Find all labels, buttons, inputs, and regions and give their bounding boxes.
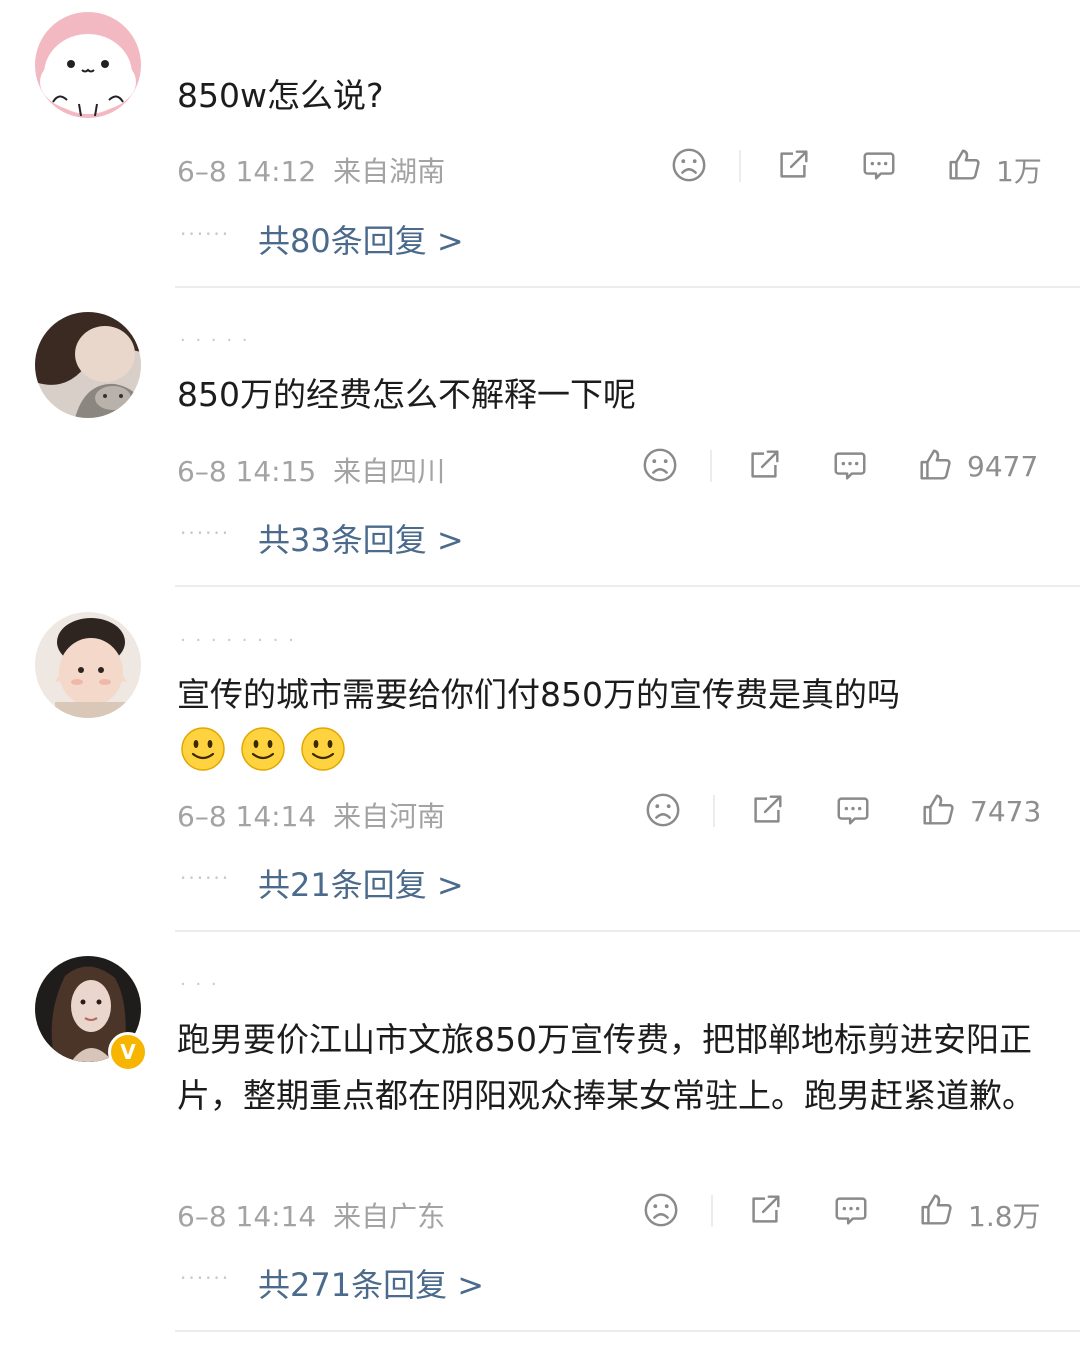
- share-icon[interactable]: [745, 446, 785, 486]
- smile-emoji: [301, 727, 345, 771]
- divider: [175, 1330, 1080, 1332]
- comment-actions: 9477: [641, 446, 1044, 486]
- comment-time: 6–8 14:15: [177, 455, 317, 488]
- thumbs-up-icon[interactable]: [916, 446, 956, 486]
- sad-face-icon[interactable]: [670, 146, 710, 186]
- comment-location: 来自四川: [333, 455, 446, 488]
- comment-meta-text: 6–8 14:14 来自广东: [177, 1195, 445, 1235]
- like-count: 9477: [967, 450, 1039, 483]
- avatar[interactable]: [35, 312, 141, 418]
- username[interactable]: · · ·: [180, 980, 219, 994]
- avatar[interactable]: [35, 612, 141, 718]
- sad-face-icon[interactable]: [641, 446, 681, 486]
- share-icon[interactable]: [746, 1191, 786, 1231]
- smile-emoji: [241, 727, 285, 771]
- comment-time: 6–8 14:14: [177, 800, 317, 833]
- replies-dots: ······: [180, 1266, 231, 1290]
- share-icon[interactable]: [748, 791, 788, 831]
- view-replies-link[interactable]: 共271条回复 >: [258, 1260, 484, 1306]
- view-replies-link[interactable]: 共33条回复 >: [258, 515, 464, 561]
- like-count: 1万: [996, 155, 1042, 188]
- like-count: 7473: [970, 795, 1042, 828]
- comment-meta: 6–8 14:15 来自四川 9477: [177, 446, 1044, 488]
- sad-face-icon[interactable]: [642, 1191, 682, 1231]
- comment-meta: 6–8 14:14 来自广东 1.8万: [177, 1191, 1044, 1233]
- divider: [175, 585, 1080, 587]
- thumbs-up-icon[interactable]: [917, 1191, 957, 1231]
- comment-text: 850w怎么说?: [177, 76, 384, 115]
- comment-icon[interactable]: [860, 146, 900, 186]
- emoji-row: [180, 726, 355, 776]
- comment-time: 6–8 14:12: [177, 155, 317, 188]
- username[interactable]: · · · · · · · ·: [180, 636, 296, 650]
- comment-actions: 1万: [670, 146, 1044, 188]
- comment-location: 来自湖南: [333, 155, 446, 188]
- thumbs-up-icon[interactable]: [919, 791, 959, 831]
- comment-text: 跑男要价江山市文旅850万宣传费，把邯郸地标剪进安阳正片，整期重点都在阴阳观众捧…: [177, 1020, 1035, 1115]
- like-count: 1.8万: [968, 1200, 1041, 1233]
- comment-meta-text: 6–8 14:14 来自河南: [177, 795, 445, 835]
- actions-separator: [713, 795, 715, 827]
- actions-separator: [710, 450, 712, 482]
- replies-dots: ······: [180, 866, 231, 890]
- comment-actions: 7473: [644, 791, 1044, 831]
- view-replies-link[interactable]: 共21条回复 >: [258, 860, 464, 906]
- comment-icon[interactable]: [831, 446, 871, 486]
- view-replies-link[interactable]: 共80条回复 >: [258, 216, 464, 262]
- comment-meta: 6–8 14:14 来自河南 7473: [177, 791, 1044, 833]
- comment-time: 6–8 14:14: [177, 1200, 317, 1233]
- replies-dots: ······: [180, 222, 231, 246]
- thumbs-up-icon[interactable]: [945, 146, 985, 186]
- divider: [175, 930, 1080, 932]
- comment-actions: 1.8万: [642, 1191, 1044, 1233]
- actions-separator: [711, 1195, 713, 1227]
- comment-location: 来自河南: [333, 800, 446, 833]
- comment-text: 850万的经费怎么不解释一下呢: [177, 375, 636, 414]
- username[interactable]: · · · · ·: [180, 336, 250, 350]
- share-icon[interactable]: [774, 146, 814, 186]
- comment-text: 宣传的城市需要给你们付850万的宣传费是真的吗: [177, 675, 900, 714]
- comment-icon[interactable]: [834, 791, 874, 831]
- replies-dots: ······: [180, 521, 231, 545]
- verified-badge: V: [108, 1032, 148, 1072]
- actions-separator: [739, 150, 741, 182]
- comment-meta: 6–8 14:12 来自湖南 1万: [177, 146, 1044, 188]
- comment-location: 来自广东: [333, 1200, 446, 1233]
- comment-meta-text: 6–8 14:12 来自湖南: [177, 150, 445, 190]
- sad-face-icon[interactable]: [644, 791, 684, 831]
- comment-meta-text: 6–8 14:15 来自四川: [177, 450, 445, 490]
- avatar[interactable]: [35, 12, 141, 118]
- comment-icon[interactable]: [832, 1191, 872, 1231]
- divider: [175, 286, 1080, 288]
- smile-emoji: [181, 727, 225, 771]
